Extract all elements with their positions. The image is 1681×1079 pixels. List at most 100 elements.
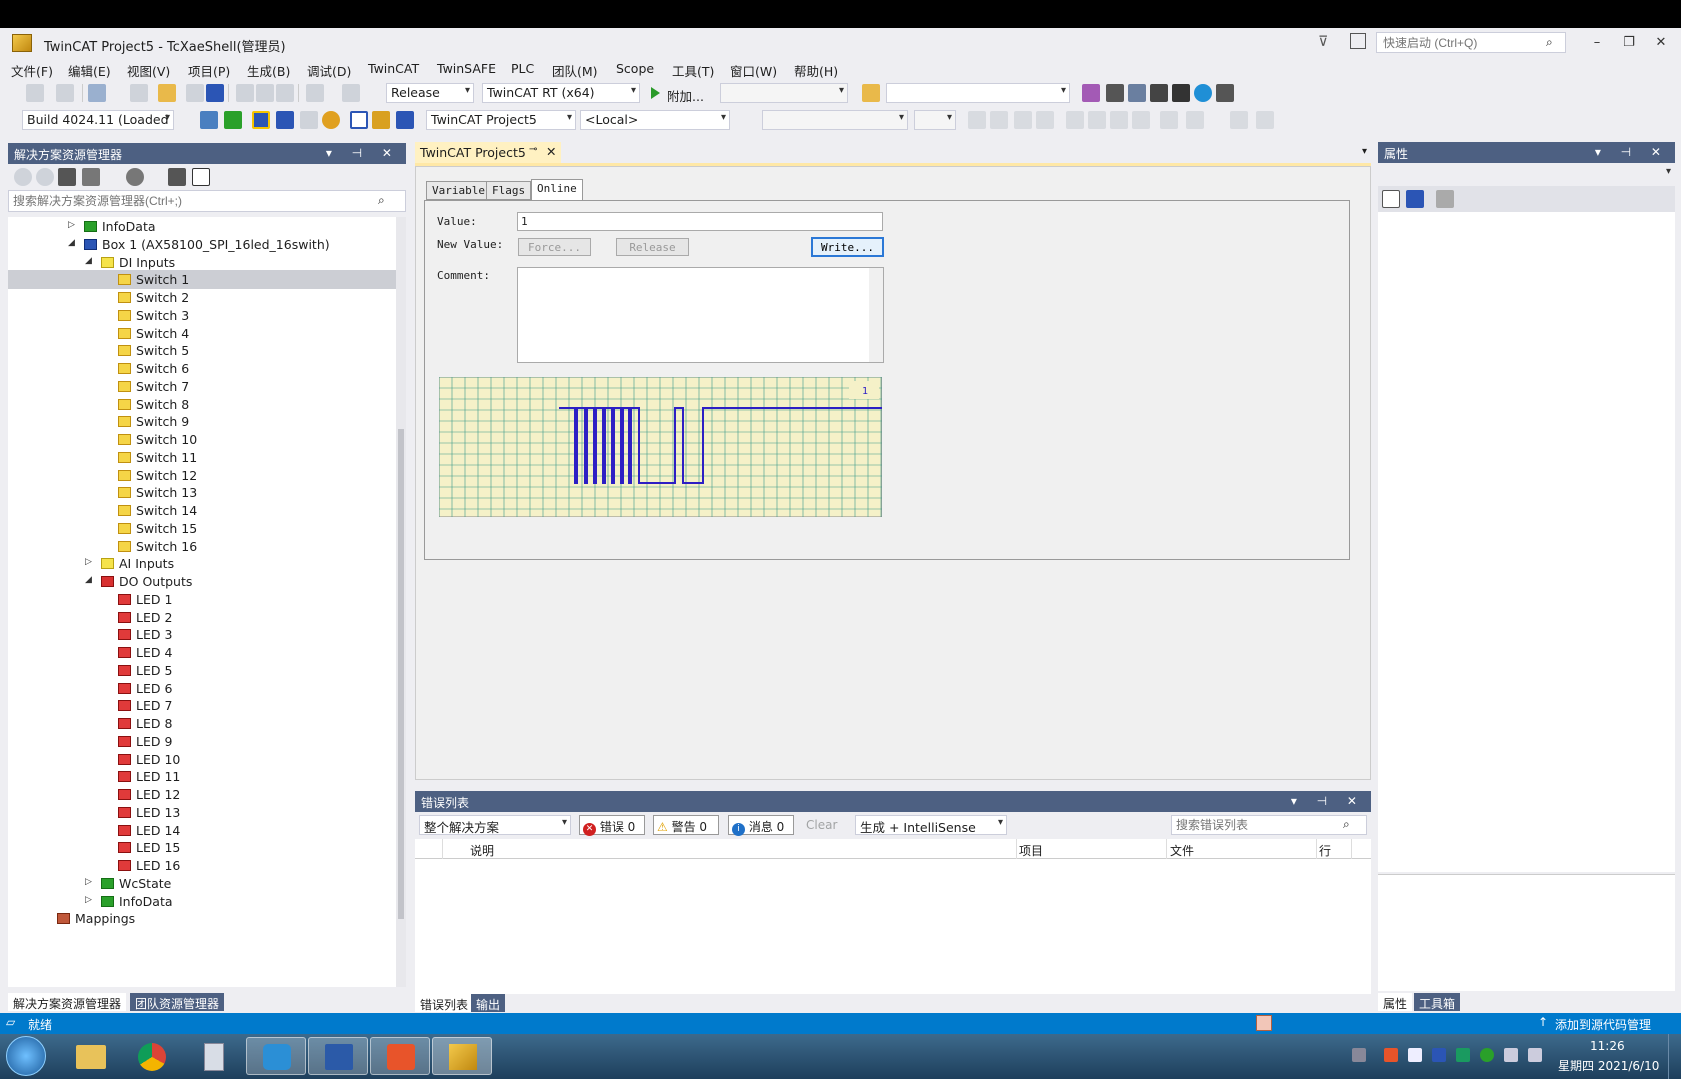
tree-item[interactable]: Switch 14 xyxy=(8,501,396,520)
tab-properties[interactable]: 属性 xyxy=(1378,993,1413,1011)
tree-item[interactable]: Switch 16 xyxy=(8,537,396,556)
tree-item[interactable]: LED 3 xyxy=(8,625,396,644)
debug-icon[interactable] xyxy=(396,111,414,129)
tree-item[interactable]: ◢ DI Inputs xyxy=(8,253,396,272)
show-desktop-button[interactable] xyxy=(1668,1034,1681,1079)
errors-filter-button[interactable]: ✕ 错误 0 xyxy=(579,815,645,836)
save-icon[interactable] xyxy=(186,84,204,102)
app-taskbar-icon[interactable] xyxy=(246,1037,306,1075)
tree-item[interactable]: Switch 13 xyxy=(8,483,396,502)
tree-item[interactable]: LED 13 xyxy=(8,803,396,822)
filter-icon[interactable]: ⊽ xyxy=(1318,34,1328,50)
comment-scrollbar[interactable] xyxy=(869,268,883,362)
menu-view[interactable]: 视图(V) xyxy=(127,61,170,80)
close-button[interactable]: ✕ xyxy=(1648,32,1674,54)
write-button[interactable]: Write... xyxy=(811,237,884,257)
tree-item[interactable]: Switch 12 xyxy=(8,466,396,485)
command-window-icon[interactable] xyxy=(1216,84,1234,102)
restore-button[interactable]: ❐ xyxy=(1616,32,1642,54)
start-button[interactable] xyxy=(6,1036,46,1076)
add-to-source-control-button[interactable]: 添加到源代码管理 xyxy=(1555,1016,1651,1033)
col-file[interactable]: 文件 xyxy=(1170,842,1194,859)
reload-devices-icon[interactable] xyxy=(276,111,294,129)
close-tab-icon[interactable]: ✕ xyxy=(546,144,556,159)
home-icon[interactable] xyxy=(58,168,76,186)
restart-icon[interactable] xyxy=(224,111,242,129)
tree-item[interactable]: Mappings xyxy=(8,909,396,928)
team-icon[interactable] xyxy=(1172,84,1190,102)
config-mode-icon[interactable] xyxy=(252,111,270,129)
search-icon[interactable]: ⌕ xyxy=(1546,35,1553,50)
start-icon[interactable] xyxy=(651,87,660,99)
solution-config-dropdown[interactable]: Release xyxy=(386,83,474,103)
back-icon[interactable] xyxy=(26,84,44,102)
tree-item[interactable]: Switch 7 xyxy=(8,377,396,396)
link-icon[interactable] xyxy=(372,111,390,129)
forward-icon[interactable] xyxy=(56,84,74,102)
chrome-taskbar-icon[interactable] xyxy=(122,1037,182,1075)
tool1-icon[interactable] xyxy=(1082,84,1100,102)
undo-icon[interactable] xyxy=(306,84,324,102)
collapse-all-icon[interactable] xyxy=(192,168,210,186)
tab-list-icon[interactable]: ▾ xyxy=(1362,146,1367,157)
save-all-icon[interactable] xyxy=(206,84,224,102)
tree-item[interactable]: Switch 3 xyxy=(8,306,396,325)
tree-item[interactable]: Switch 5 xyxy=(8,341,396,360)
pane-controls-icon[interactable]: ▾ ⊣ ✕ xyxy=(1291,794,1365,808)
expand-arrow-icon[interactable]: ▷ xyxy=(85,895,92,905)
tray-twincat-icon[interactable] xyxy=(1432,1048,1446,1062)
tree-item[interactable]: LED 2 xyxy=(8,608,396,627)
menu-window[interactable]: 窗口(W) xyxy=(730,61,777,80)
tab-online[interactable]: Online xyxy=(531,179,583,201)
col-project[interactable]: 项目 xyxy=(1019,842,1043,859)
tree-item[interactable]: Switch 8 xyxy=(8,395,396,414)
tree-item[interactable]: LED 10 xyxy=(8,750,396,769)
tree-item[interactable]: Switch 1 xyxy=(8,270,396,290)
build-version-dropdown[interactable]: Build 4024.11 (Loaded xyxy=(22,110,174,130)
tree-item[interactable]: ▷ InfoData xyxy=(8,892,396,911)
tab-solution-explorer[interactable]: 解决方案资源管理器 xyxy=(8,993,127,1011)
tab-team-explorer[interactable]: 团队资源管理器 xyxy=(130,993,225,1011)
activate-config-icon[interactable] xyxy=(200,111,218,129)
target-system-dropdown[interactable]: <Local> xyxy=(580,110,730,130)
menu-project[interactable]: 项目(P) xyxy=(188,61,230,80)
twincat-taskbar-icon[interactable] xyxy=(432,1037,492,1075)
tree-item[interactable]: LED 15 xyxy=(8,838,396,857)
doc-tab-twincat-project5[interactable]: TwinCAT Project5 ⊸ ✕ xyxy=(415,142,561,163)
tray-volume-icon[interactable] xyxy=(1528,1048,1542,1062)
explorer-taskbar-icon[interactable] xyxy=(60,1037,120,1075)
alphabetical-icon[interactable] xyxy=(1406,190,1424,208)
tree-item[interactable]: Switch 2 xyxy=(8,288,396,307)
properties-wrench-icon[interactable] xyxy=(168,168,186,186)
copy-icon[interactable] xyxy=(256,84,274,102)
menu-tools[interactable]: 工具(T) xyxy=(672,61,714,80)
tree-item[interactable]: LED 4 xyxy=(8,643,396,662)
col-line[interactable]: 行 xyxy=(1319,842,1331,859)
tray-update-icon[interactable] xyxy=(1456,1048,1470,1062)
quick-launch-input[interactable] xyxy=(1376,32,1566,53)
tree-item[interactable]: Switch 4 xyxy=(8,324,396,343)
tab-output[interactable]: 输出 xyxy=(471,994,506,1012)
pane-controls-icon[interactable]: ▾ ⊣ ✕ xyxy=(326,146,400,160)
tree-item[interactable]: LED 7 xyxy=(8,696,396,715)
tab-flags[interactable]: Flags xyxy=(486,181,532,200)
redo-icon[interactable] xyxy=(342,84,360,102)
tree-item[interactable]: LED 1 xyxy=(8,590,396,609)
menu-help[interactable]: 帮助(H) xyxy=(794,61,838,80)
tree-item[interactable]: LED 14 xyxy=(8,821,396,840)
pane-controls-icon[interactable]: ▾ ⊣ ✕ xyxy=(1595,145,1669,159)
tray-network-icon[interactable] xyxy=(1504,1048,1518,1062)
tree-item[interactable]: LED 6 xyxy=(8,679,396,698)
error-search-input[interactable] xyxy=(1171,815,1367,835)
menu-debug[interactable]: 调试(D) xyxy=(307,61,351,80)
tree-item[interactable]: LED 11 xyxy=(8,767,396,786)
scan-icon[interactable] xyxy=(300,111,318,129)
menu-plc[interactable]: PLC xyxy=(511,61,534,76)
tree-item[interactable]: LED 9 xyxy=(8,732,396,751)
tree-item[interactable]: ◢ DO Outputs xyxy=(8,572,396,591)
tray-media-icon[interactable] xyxy=(1384,1048,1398,1062)
build-intellisense-dropdown[interactable]: 生成 + IntelliSense xyxy=(855,815,1007,835)
pending-changes-icon[interactable] xyxy=(126,168,144,186)
tree-item[interactable]: Switch 10 xyxy=(8,430,396,449)
minimize-button[interactable]: – xyxy=(1584,32,1610,54)
